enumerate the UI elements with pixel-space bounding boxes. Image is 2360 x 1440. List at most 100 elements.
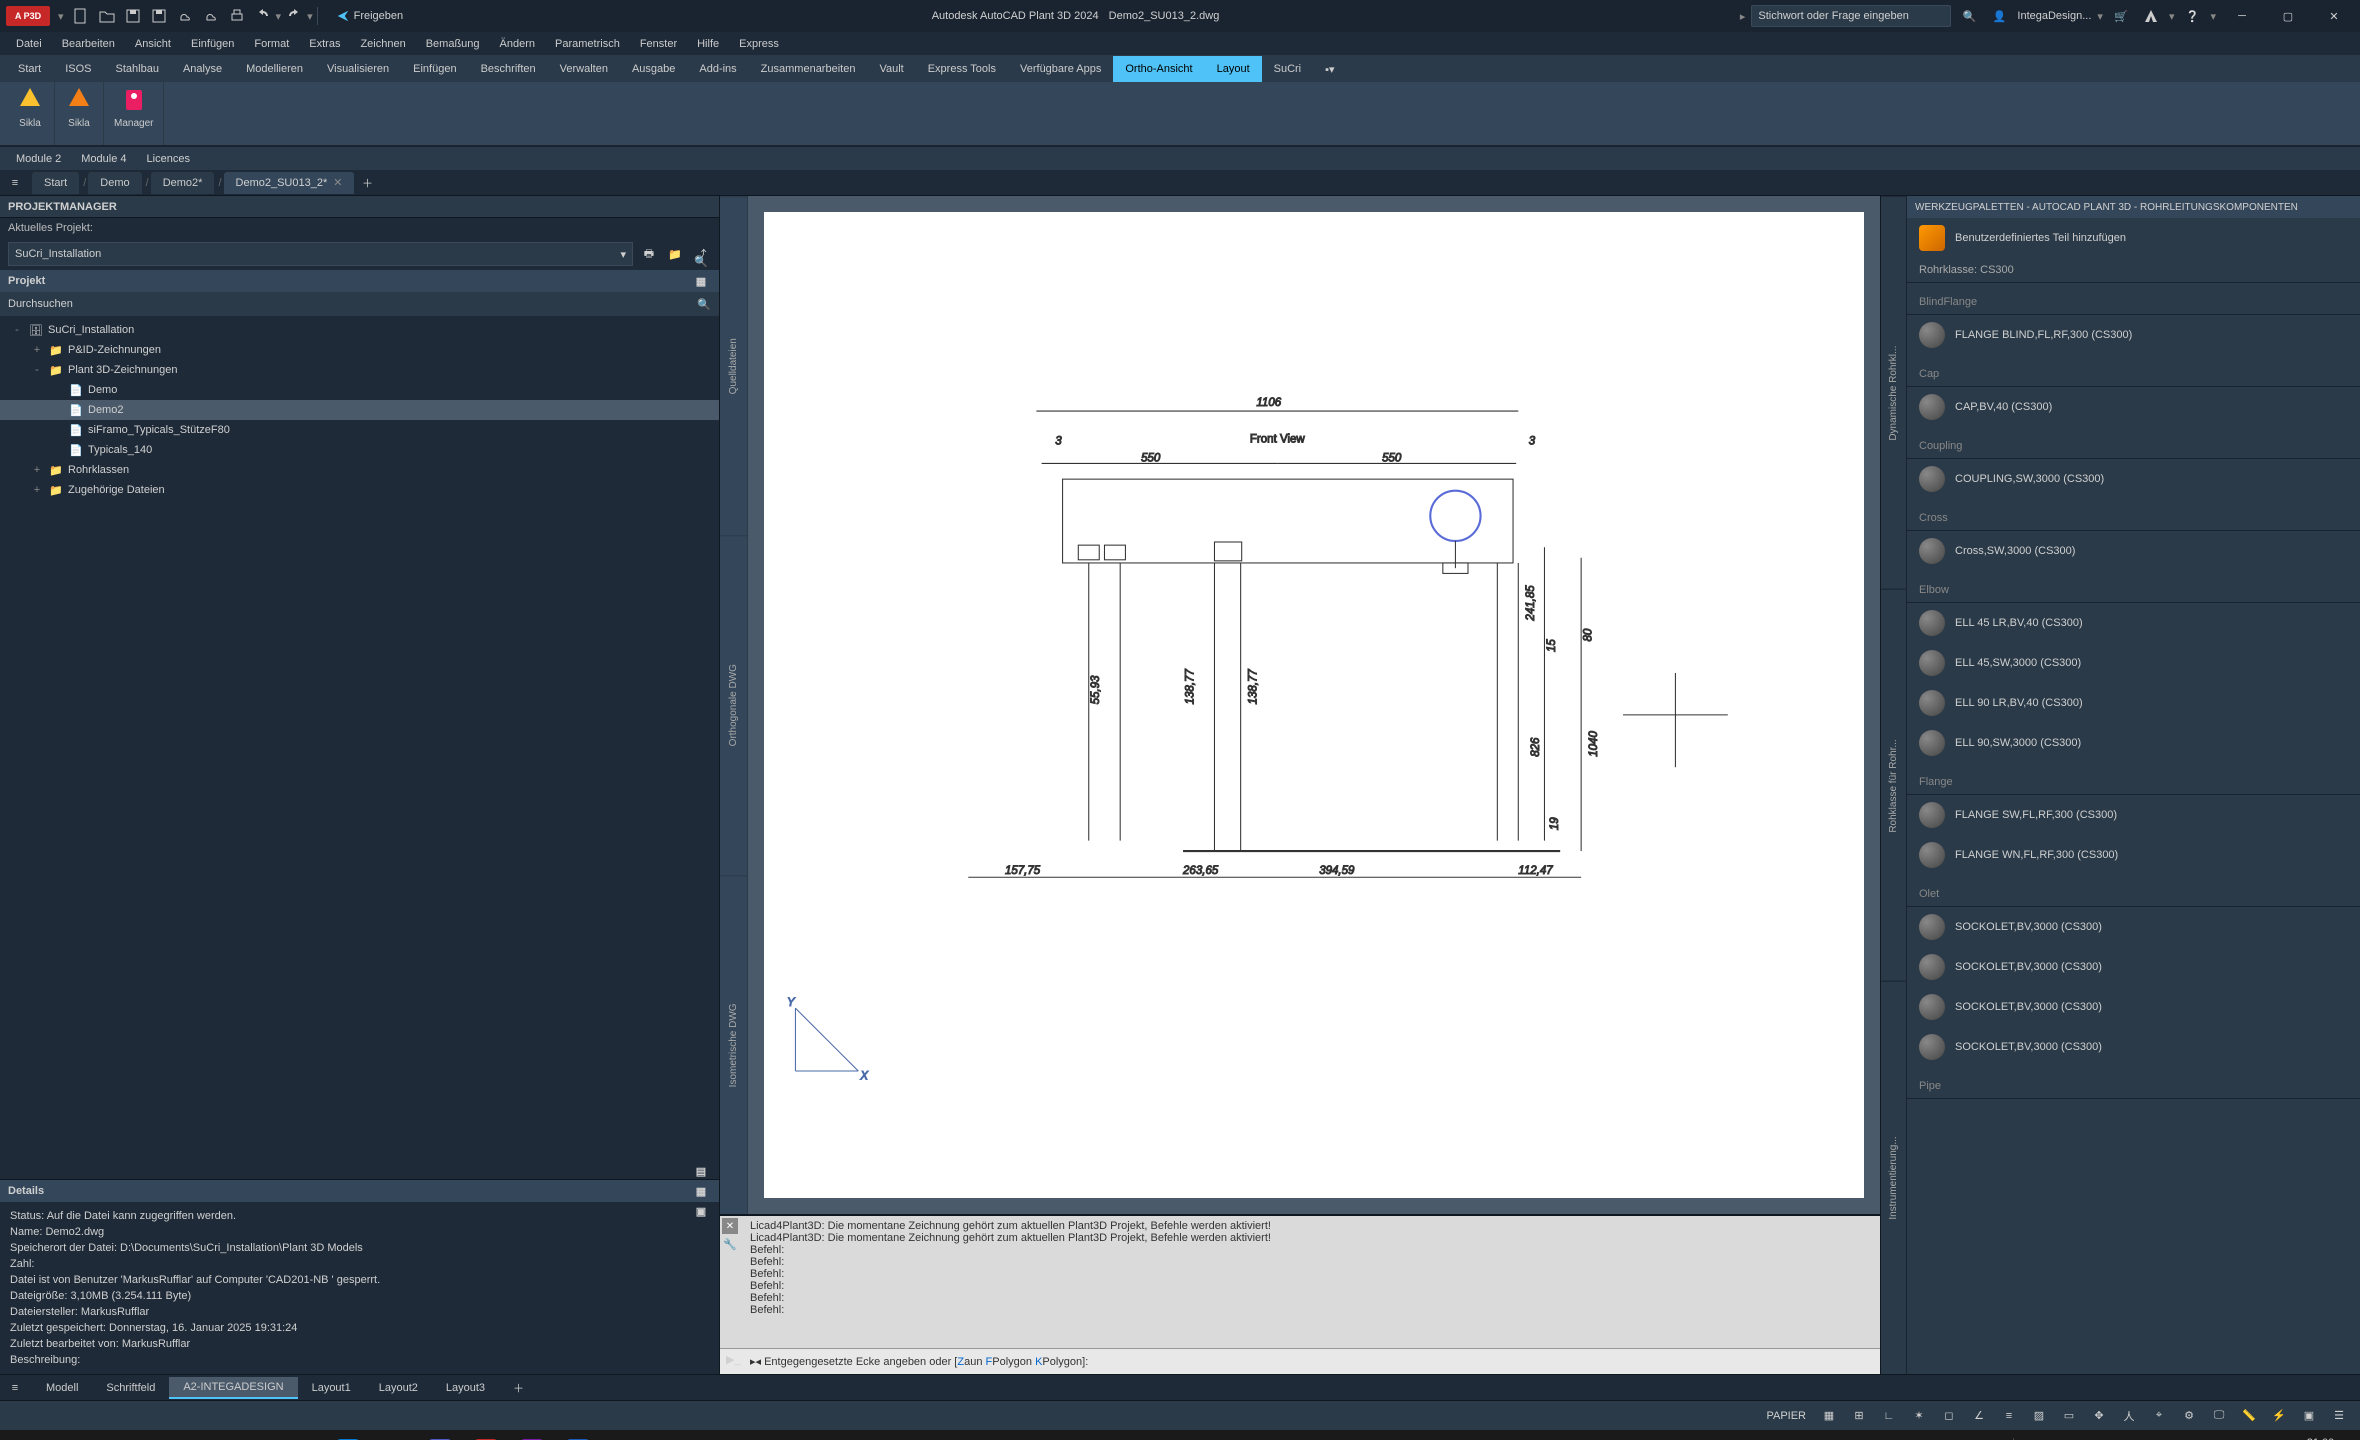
menu-express[interactable]: Express	[729, 32, 789, 56]
menu-einfügen[interactable]: Einfügen	[181, 32, 244, 56]
user-icon[interactable]: 👤	[1987, 4, 2011, 28]
undo-icon[interactable]	[251, 4, 275, 28]
autocad-taskbar-icon[interactable]: A	[464, 1432, 508, 1440]
filter-icon[interactable]: ▦	[691, 271, 711, 291]
ribbon-panel[interactable]: Manager	[104, 82, 164, 145]
close-history-icon[interactable]: ✕	[722, 1218, 738, 1234]
palette-item[interactable]: ELL 45 LR,BV,40 (CS300)	[1907, 603, 2360, 643]
ribbon-appearance-icon[interactable]: ▪▾	[1313, 56, 1346, 82]
ribbon-tab[interactable]: ISOS	[53, 56, 103, 82]
help-search-input[interactable]: Stichwort oder Frage eingeben	[1751, 5, 1951, 27]
osnap-icon[interactable]: ◻	[1936, 1405, 1962, 1427]
app-icon[interactable]: A P3D	[6, 6, 50, 26]
print-icon[interactable]	[225, 4, 249, 28]
search-taskbar-icon[interactable]: 🔍	[50, 1432, 94, 1440]
firefox-icon[interactable]	[234, 1432, 278, 1440]
workspace-icon[interactable]: ⚙	[2176, 1405, 2202, 1427]
view-icon[interactable]: 🔍	[691, 251, 711, 271]
ribbon-tab[interactable]: Verwalten	[548, 56, 620, 82]
command-input[interactable]: ▶_ ▸◂ Entgegengesetzte Ecke angeben oder…	[720, 1348, 1880, 1374]
ribbon-tab[interactable]: Ortho-Ansicht	[1113, 56, 1204, 82]
palette-item[interactable]: Cross,SW,3000 (CS300)	[1907, 531, 2360, 571]
scale-icon[interactable]: ⌖	[2146, 1405, 2172, 1427]
snap-icon[interactable]: ⊞	[1846, 1405, 1872, 1427]
add-custom-part[interactable]: Benutzerdefiniertes Teil hinzufügen	[1907, 218, 2360, 258]
project-open-icon[interactable]: 📁	[665, 244, 685, 264]
file-tab-active[interactable]: Demo2_SU013_2*✕	[224, 172, 355, 194]
ribbon-sub-item[interactable]: Module 4	[71, 147, 136, 171]
tree-item[interactable]: -🗄SuCri_Installation	[0, 320, 719, 340]
tree-item[interactable]: +📁P&ID-Zeichnungen	[0, 340, 719, 360]
ribbon-tab[interactable]: Zusammenarbeiten	[749, 56, 868, 82]
new-icon[interactable]	[69, 4, 93, 28]
ribbon-tab[interactable]: Ausgabe	[620, 56, 687, 82]
tree-item[interactable]: 📄Typicals_140	[0, 440, 719, 460]
ribbon-tab[interactable]: Stahlbau	[104, 56, 171, 82]
tree-item[interactable]: 📄Demo2	[0, 400, 719, 420]
redo-icon[interactable]	[282, 4, 306, 28]
file-tab[interactable]: Demo	[88, 172, 141, 194]
help-icon[interactable]: ❔	[2180, 4, 2204, 28]
ribbon-tab[interactable]: Layout	[1205, 56, 1262, 82]
close-button[interactable]: ✕	[2314, 2, 2354, 30]
user-name[interactable]: IntegaDesign...	[2017, 10, 2091, 22]
grid-icon[interactable]: ▦	[1816, 1405, 1842, 1427]
layout-tab[interactable]: Schriftfeld	[92, 1377, 169, 1399]
menu-fenster[interactable]: Fenster	[630, 32, 687, 56]
layout-tab[interactable]: Layout3	[432, 1377, 499, 1399]
teams-icon[interactable]: T	[418, 1432, 462, 1440]
layout-tab[interactable]: Modell	[32, 1377, 92, 1399]
ribbon-tab[interactable]: Add-ins	[687, 56, 748, 82]
task-view-icon[interactable]: ⊞	[96, 1432, 140, 1440]
ribbon-tab[interactable]: Start	[6, 56, 53, 82]
ribbon-sub-item[interactable]: Licences	[137, 147, 200, 171]
maximize-button[interactable]: ▢	[2268, 2, 2308, 30]
polar-icon[interactable]: ✶	[1906, 1405, 1932, 1427]
outlook-icon[interactable]: O	[326, 1432, 370, 1440]
palette-item[interactable]: FLANGE BLIND,FL,RF,300 (CS300)	[1907, 315, 2360, 355]
ribbon-tab[interactable]: SuCri	[1262, 56, 1314, 82]
edge-icon[interactable]	[188, 1432, 232, 1440]
palette-vtab[interactable]: Instrumentierung...	[1881, 981, 1906, 1374]
details-icon[interactable]: ▣	[691, 1201, 711, 1221]
quick-icon[interactable]: ⚡	[2266, 1405, 2292, 1427]
ribbon-panel[interactable]: Sikla	[55, 82, 104, 145]
layout-tab[interactable]: Layout1	[298, 1377, 365, 1399]
onenote-icon[interactable]: N	[510, 1432, 554, 1440]
menu-format[interactable]: Format	[244, 32, 299, 56]
cloud-save-icon[interactable]	[199, 4, 223, 28]
ribbon-sub-item[interactable]: Module 2	[6, 147, 71, 171]
tree-item[interactable]: 📄siFramo_Typicals_StützeF80	[0, 420, 719, 440]
clean-icon[interactable]: ▣	[2296, 1405, 2322, 1427]
word-icon[interactable]: W	[556, 1432, 600, 1440]
palette-vtab[interactable]: Dynamische Rohrkl...	[1881, 196, 1906, 589]
palette-item[interactable]: FLANGE SW,FL,RF,300 (CS300)	[1907, 795, 2360, 835]
saveas-icon[interactable]	[147, 4, 171, 28]
close-tab-icon[interactable]: ✕	[333, 176, 342, 189]
ribbon-panel[interactable]: Sikla	[6, 82, 55, 145]
palette-item[interactable]: ELL 90 LR,BV,40 (CS300)	[1907, 683, 2360, 723]
ribbon-tab[interactable]: Analyse	[171, 56, 234, 82]
new-tab-button[interactable]: ＋	[356, 172, 378, 194]
palette-item[interactable]: COUPLING,SW,3000 (CS300)	[1907, 459, 2360, 499]
menu-zeichnen[interactable]: Zeichnen	[350, 32, 415, 56]
canvas-vtab[interactable]: Quelldateien	[720, 196, 747, 535]
ribbon-tab[interactable]: Vault	[867, 56, 915, 82]
ribbon-tab[interactable]: Verfügbare Apps	[1008, 56, 1113, 82]
menu-extras[interactable]: Extras	[299, 32, 350, 56]
transparency-icon[interactable]: ▨	[2026, 1405, 2052, 1427]
monitor-icon[interactable]: 🖵	[2206, 1405, 2232, 1427]
palette-item[interactable]: SOCKOLET,BV,3000 (CS300)	[1907, 907, 2360, 947]
ribbon-tab[interactable]: Beschriften	[469, 56, 548, 82]
palette-item[interactable]: SOCKOLET,BV,3000 (CS300)	[1907, 1027, 2360, 1067]
ribbon-tab[interactable]: Einfügen	[401, 56, 468, 82]
explorer-icon[interactable]: 📁	[142, 1432, 186, 1440]
paper-space[interactable]: 1106 3 3 550 550 Front View	[748, 196, 1880, 1214]
lineweight-icon[interactable]: ≡	[1996, 1405, 2022, 1427]
paper-label[interactable]: PAPIER	[1760, 1410, 1812, 1422]
filetabs-menu-icon[interactable]: ≡	[4, 172, 26, 194]
palette-vtab[interactable]: Rohklasse für Rohr...	[1881, 589, 1906, 982]
palette-item[interactable]: FLANGE WN,FL,RF,300 (CS300)	[1907, 835, 2360, 875]
save-icon[interactable]	[121, 4, 145, 28]
file-tab[interactable]: Start	[32, 172, 79, 194]
